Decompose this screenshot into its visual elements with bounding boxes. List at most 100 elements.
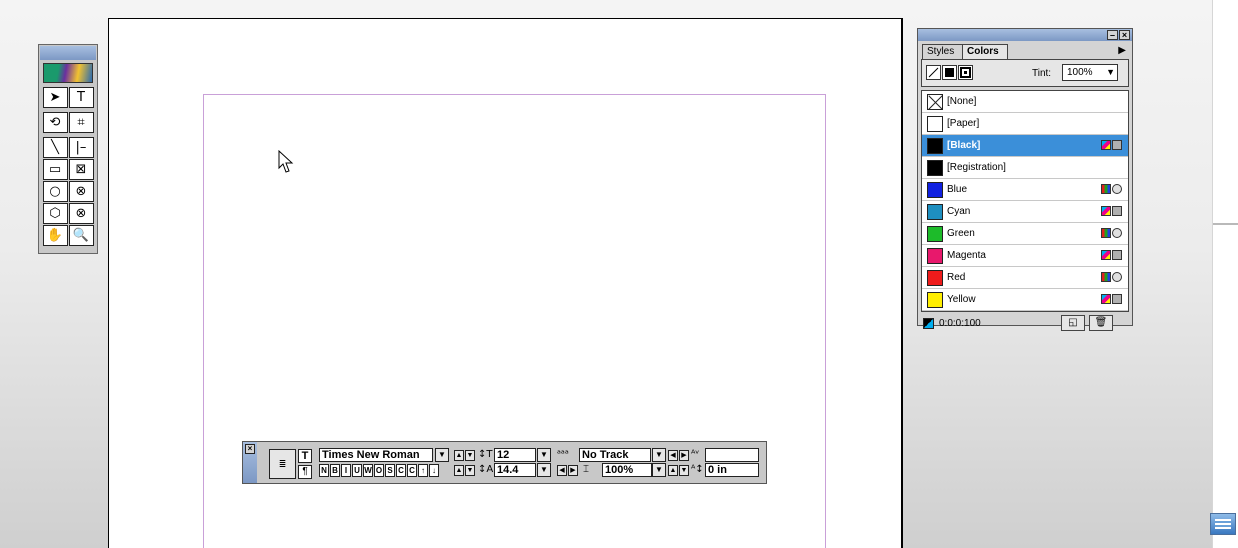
panel-footer: 0:0:0:100 ◱ 🗑 — [921, 314, 1129, 334]
swatch-row[interactable]: [Registration] — [922, 157, 1128, 179]
swatch-row[interactable]: Green — [922, 223, 1128, 245]
delete-swatch-button[interactable]: 🗑 — [1089, 315, 1113, 331]
baseline-shift-icon: ᴬ↕ — [691, 464, 704, 475]
swatch-row[interactable]: Yellow — [922, 289, 1128, 311]
color-value-readout: 0:0:0:100 — [939, 318, 981, 329]
swatch-row[interactable]: Cyan — [922, 201, 1128, 223]
scale-dropdown-icon[interactable]: ▼ — [652, 463, 666, 477]
new-swatch-button[interactable]: ◱ — [1061, 315, 1085, 331]
horizontal-scale-field[interactable]: 100% — [602, 463, 652, 477]
type-tool-icon[interactable]: T — [68, 87, 94, 108]
circle-mode-icon — [1112, 272, 1122, 282]
swatch-chip — [927, 159, 943, 176]
size-dropdown-icon[interactable]: ▼ — [537, 448, 551, 462]
color-mode-icons — [1101, 272, 1122, 282]
rotate-tool-icon[interactable]: ⟲ — [42, 112, 68, 133]
close-icon[interactable]: × — [1119, 30, 1130, 40]
baseline-shift-field[interactable]: 0 in — [705, 463, 759, 477]
font-name-field[interactable]: Times New Roman — [319, 448, 433, 462]
swatch-row[interactable]: [Black] — [922, 135, 1128, 157]
crop-tool-icon[interactable]: ⌗ — [68, 112, 94, 133]
shift-down-icon[interactable]: ▼ — [679, 465, 689, 476]
close-icon[interactable]: × — [245, 444, 255, 454]
ellipse-frame-tool-icon[interactable]: ⊗ — [68, 181, 94, 202]
swatch-row[interactable]: Red — [922, 267, 1128, 289]
tab-colors[interactable]: Colors — [962, 44, 1008, 59]
toolbox-title-bar[interactable] — [40, 46, 96, 60]
swatch-row[interactable]: [None] — [922, 91, 1128, 113]
kern-right-icon[interactable]: ▶ — [679, 450, 689, 461]
type-style-button[interactable]: U — [352, 464, 362, 477]
vertical-scrollbar[interactable] — [1212, 0, 1238, 548]
scale-left-icon[interactable]: ◀ — [557, 465, 567, 476]
orthogonal-line-tool-icon[interactable]: |– — [68, 137, 94, 158]
square-mode-icon — [1112, 294, 1122, 304]
kerning-field[interactable] — [705, 448, 759, 462]
color-mode-icons — [1101, 294, 1122, 304]
leading-up-icon[interactable]: ▼ — [465, 465, 475, 476]
square-mode-icon — [1112, 140, 1122, 150]
font-dropdown-icon[interactable]: ▼ — [435, 448, 449, 462]
type-style-button[interactable]: W — [363, 464, 373, 477]
type-style-button[interactable]: B — [330, 464, 340, 477]
swatch-chip — [927, 93, 943, 110]
toolbox-palette: ➤ T ⟲ ⌗ ╲ |– ▭ ⊠ ○ ⊗ ⬡ ⊗ ✋ 🔍 — [38, 44, 98, 254]
tool-separator — [43, 109, 94, 111]
type-style-button[interactable]: I — [341, 464, 351, 477]
color-mode-icons — [1101, 184, 1122, 194]
fill-icon[interactable] — [942, 65, 957, 80]
tracking-field[interactable]: No Track — [579, 448, 651, 462]
type-style-button[interactable]: N — [319, 464, 329, 477]
pilcrow-icon[interactable]: ¶ — [298, 465, 312, 479]
rectangle-tool-icon[interactable]: ▭ — [42, 159, 68, 180]
panel-menu-icon[interactable]: ▶ — [1118, 45, 1126, 56]
scale-right-icon[interactable]: ▶ — [568, 465, 578, 476]
type-style-button[interactable]: ↑ — [418, 464, 428, 477]
leading-dropdown-icon[interactable]: ▼ — [537, 463, 551, 477]
tracking-dropdown-icon[interactable]: ▼ — [652, 448, 666, 462]
type-style-button[interactable]: S — [385, 464, 395, 477]
hand-tool-icon[interactable]: ✋ — [42, 225, 68, 246]
palette-drag-handle[interactable]: × — [243, 442, 257, 483]
zoom-tool-icon[interactable]: 🔍 — [68, 225, 94, 246]
color-controls: Tint: 100% ▼ — [921, 59, 1129, 87]
selection-tool-icon[interactable]: ➤ — [42, 87, 68, 108]
swatch-label: Green — [947, 228, 975, 239]
swatch-row[interactable]: Blue — [922, 179, 1128, 201]
type-style-button[interactable]: ↓ — [429, 464, 439, 477]
text-color-icon[interactable] — [958, 65, 973, 80]
font-size-field[interactable]: 12 — [494, 448, 536, 462]
taskbar-app-icon[interactable] — [1210, 513, 1236, 535]
panel-title-bar[interactable]: – × — [918, 29, 1132, 41]
rgb-mode-icon — [1101, 184, 1111, 194]
line-tool-icon[interactable]: ╲ — [42, 137, 68, 158]
leading-down-icon[interactable]: ▲ — [454, 465, 464, 476]
type-style-button[interactable]: C — [396, 464, 406, 477]
paragraph-mode-icon[interactable]: ≣ — [269, 449, 296, 479]
character-mode-icon[interactable]: T — [298, 449, 312, 463]
swatch-chip — [927, 115, 943, 132]
tint-dropdown[interactable]: 100% ▼ — [1062, 64, 1118, 81]
minimize-icon[interactable]: – — [1107, 30, 1118, 40]
chevron-down-icon[interactable]: ▼ — [1106, 65, 1115, 80]
swatch-label: Blue — [947, 184, 968, 195]
rgb-mode-icon — [1101, 228, 1111, 238]
leading-field[interactable]: 14.4 — [494, 463, 536, 477]
swatch-label: Magenta — [947, 250, 986, 261]
polygon-frame-tool-icon[interactable]: ⊗ — [68, 203, 94, 224]
swatch-row[interactable]: [Paper] — [922, 113, 1128, 135]
type-style-button[interactable]: C — [407, 464, 417, 477]
kern-left-icon[interactable]: ◀ — [668, 450, 678, 461]
polygon-tool-icon[interactable]: ⬡ — [42, 203, 68, 224]
rectangle-frame-tool-icon[interactable]: ⊠ — [68, 159, 94, 180]
tab-styles[interactable]: Styles — [922, 44, 964, 59]
swatch-row[interactable]: Magenta — [922, 245, 1128, 267]
mouse-cursor-icon — [278, 150, 294, 173]
type-style-button[interactable]: O — [374, 464, 384, 477]
size-down-icon[interactable]: ▲ — [454, 450, 464, 461]
ellipse-tool-icon[interactable]: ○ — [42, 181, 68, 202]
size-up-icon[interactable]: ▼ — [465, 450, 475, 461]
shift-up-icon[interactable]: ▲ — [668, 465, 678, 476]
stroke-icon[interactable] — [926, 65, 941, 80]
app-logo-icon[interactable] — [43, 63, 93, 83]
